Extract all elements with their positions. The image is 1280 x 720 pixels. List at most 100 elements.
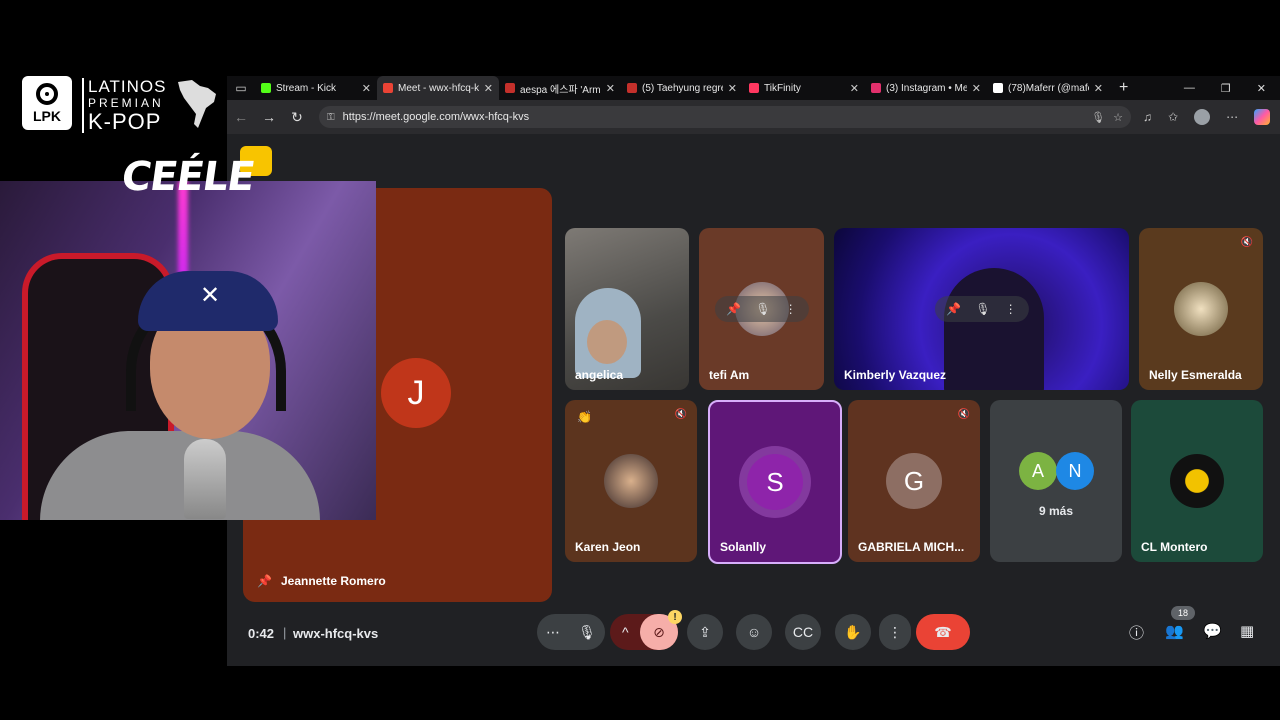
participant-tile-cl[interactable]: CL Montero	[1131, 400, 1263, 562]
reactions-button[interactable]: ☺	[736, 614, 772, 650]
tab-title: (78)Maferr (@maferr)	[1008, 82, 1089, 94]
mic-icon[interactable]: 🎙	[578, 624, 596, 641]
close-tab-icon[interactable]: ✕	[1094, 82, 1103, 95]
copilot-icon[interactable]	[1254, 109, 1271, 125]
participant-name: tefi Am	[709, 368, 750, 382]
vinyl-icon	[36, 82, 58, 105]
participant-tile-kimberly[interactable]: 📌 🎙 ⋮ Kimberly Vazquez	[834, 228, 1129, 390]
participant-tile-nelly[interactable]: 🔇 Nelly Esmeralda	[1139, 228, 1263, 390]
participant-tile-angelica[interactable]: angelica	[565, 228, 689, 390]
participant-video	[944, 268, 1044, 390]
raise-hand-button[interactable]: ✋	[835, 614, 871, 650]
participant-avatar: J	[381, 358, 451, 428]
participant-name: CL Montero	[1141, 540, 1208, 554]
more-options-icon[interactable]: ⋮	[785, 302, 797, 316]
tab-title: aespa 에스파 'Armageddon'	[520, 84, 601, 96]
youtube-icon	[505, 83, 515, 93]
minimize-icon[interactable]: —	[1184, 82, 1195, 95]
forward-icon[interactable]: →	[255, 109, 283, 125]
browser-tab[interactable]: (3) Instagram • Messages ✕	[865, 76, 987, 100]
close-tab-icon[interactable]: ✕	[972, 82, 981, 95]
refresh-icon[interactable]: ↻	[283, 109, 311, 126]
favorites-icon[interactable]: ✩	[1168, 110, 1178, 124]
meeting-info-icon[interactable]: ⓘ	[1129, 622, 1144, 643]
more-options-button[interactable]: ⋮	[879, 614, 911, 650]
participant-name: Jeannette Romero	[281, 574, 386, 588]
participant-face	[587, 320, 627, 364]
logo-line-1: LATINOS	[88, 77, 167, 96]
back-icon[interactable]: ←	[227, 109, 255, 125]
captions-button[interactable]: CC	[785, 614, 821, 650]
browser-tab[interactable]: Stream - Kick ✕	[255, 76, 377, 100]
profile-avatar[interactable]	[1194, 109, 1211, 125]
more-participants-tile[interactable]: A N 9 más	[990, 400, 1122, 562]
video-options-icon[interactable]: ^	[622, 624, 629, 640]
tab-title: (3) Instagram • Messages	[886, 82, 967, 94]
close-window-icon[interactable]: ✕	[1257, 82, 1266, 95]
participant-photo	[604, 454, 658, 508]
cap-logo: ✕	[200, 282, 221, 309]
participant-tile-tefi[interactable]: 📌 🎙 ⋮ tefi Am	[699, 228, 824, 390]
instagram-icon	[871, 83, 881, 93]
tab-title: Stream - Kick	[276, 82, 337, 94]
new-tab-button[interactable]: +	[1109, 79, 1138, 97]
mic-icon[interactable]: 🎙	[975, 302, 990, 316]
participant-tile-karen[interactable]: 👏 🔇 Karen Jeon	[565, 400, 697, 562]
browser-tab[interactable]: TikFinity ✕	[743, 76, 865, 100]
leave-call-button[interactable]: ☎	[916, 614, 970, 650]
tab-actions-icon[interactable]: ▭	[227, 81, 255, 95]
kick-icon	[261, 83, 271, 93]
close-tab-icon[interactable]: ✕	[728, 82, 737, 95]
meet-icon	[383, 83, 393, 93]
camera-off-button[interactable]: ⊘ !	[640, 610, 682, 650]
more-menu-icon[interactable]: ⋯	[1226, 110, 1238, 124]
raised-reaction-icon: 👏	[577, 410, 592, 424]
browser-tab[interactable]: Meet - wwx-hfcq-kvs ✕	[377, 76, 499, 100]
participant-name: angelica	[575, 368, 624, 382]
microphone	[184, 439, 226, 519]
tab-title: (5) Taehyung regrets	[642, 82, 723, 94]
meet-stage: J 📌 Jeannette Romero angelica 📌 🎙 ⋮ tefi…	[227, 134, 1280, 666]
participant-name: Kimberly Vazquez	[844, 368, 947, 382]
mic-permission-icon[interactable]: 🎙	[1091, 111, 1105, 124]
participant-photo	[1170, 454, 1224, 508]
chat-icon[interactable]: 💬	[1203, 622, 1222, 640]
browser-tab[interactable]: aespa 에스파 'Armageddon' ✕	[499, 76, 621, 100]
participant-photo	[1174, 282, 1228, 336]
participant-count-badge: 18	[1171, 606, 1195, 620]
meeting-code: wwx-hfcq-kvs	[293, 626, 379, 641]
logo-line-2: PREMIAN	[88, 96, 164, 110]
participant-name: Karen Jeon	[575, 540, 641, 554]
pin-icon[interactable]: 📌	[946, 302, 961, 316]
warning-icon: !	[668, 610, 682, 624]
tile-controls: 📌 🎙 ⋮	[934, 296, 1029, 322]
activities-icon[interactable]: ▦	[1240, 622, 1254, 640]
participant-tile-gabriela[interactable]: 🔇 G GABRIELA MICH...	[848, 400, 980, 562]
close-tab-icon[interactable]: ✕	[484, 82, 493, 95]
meeting-clock: 0:42	[248, 626, 275, 641]
browser-tab[interactable]: (78)Maferr (@maferr) ✕	[987, 76, 1109, 100]
close-tab-icon[interactable]: ✕	[362, 82, 371, 95]
lpk-logo: LPK	[22, 76, 72, 130]
extensions-icon[interactable]: ♫	[1143, 110, 1152, 124]
participant-name: Nelly Esmeralda	[1149, 368, 1242, 382]
audio-options-icon[interactable]: ⋯	[546, 624, 560, 641]
participant-avatar: N	[1056, 452, 1094, 490]
people-icon[interactable]: 👥	[1165, 622, 1184, 640]
restore-icon[interactable]: ❐	[1221, 82, 1231, 95]
browser-tab[interactable]: (5) Taehyung regrets ✕	[621, 76, 743, 100]
logo-text: LATINOS PREMIAN K-POP	[82, 78, 166, 133]
mic-icon[interactable]: 🎙	[755, 302, 770, 316]
address-bar[interactable]: ⚿ https://meet.google.com/wwx-hfcq-kvs 🎙…	[319, 106, 1131, 128]
participant-tile-solanlly[interactable]: S Solanlly	[708, 400, 842, 564]
tikfinity-icon	[749, 83, 759, 93]
close-tab-icon[interactable]: ✕	[606, 82, 615, 95]
site-info-icon[interactable]: ⚿	[327, 112, 335, 123]
close-tab-icon[interactable]: ✕	[850, 82, 859, 95]
pin-icon[interactable]: 📌	[726, 302, 741, 316]
pin-icon: 📌	[257, 574, 272, 588]
more-options-icon[interactable]: ⋮	[1005, 302, 1017, 316]
present-button[interactable]: ⇪	[687, 614, 723, 650]
favorite-star-icon[interactable]: ☆	[1113, 111, 1123, 124]
tab-title: TikFinity	[764, 82, 801, 94]
